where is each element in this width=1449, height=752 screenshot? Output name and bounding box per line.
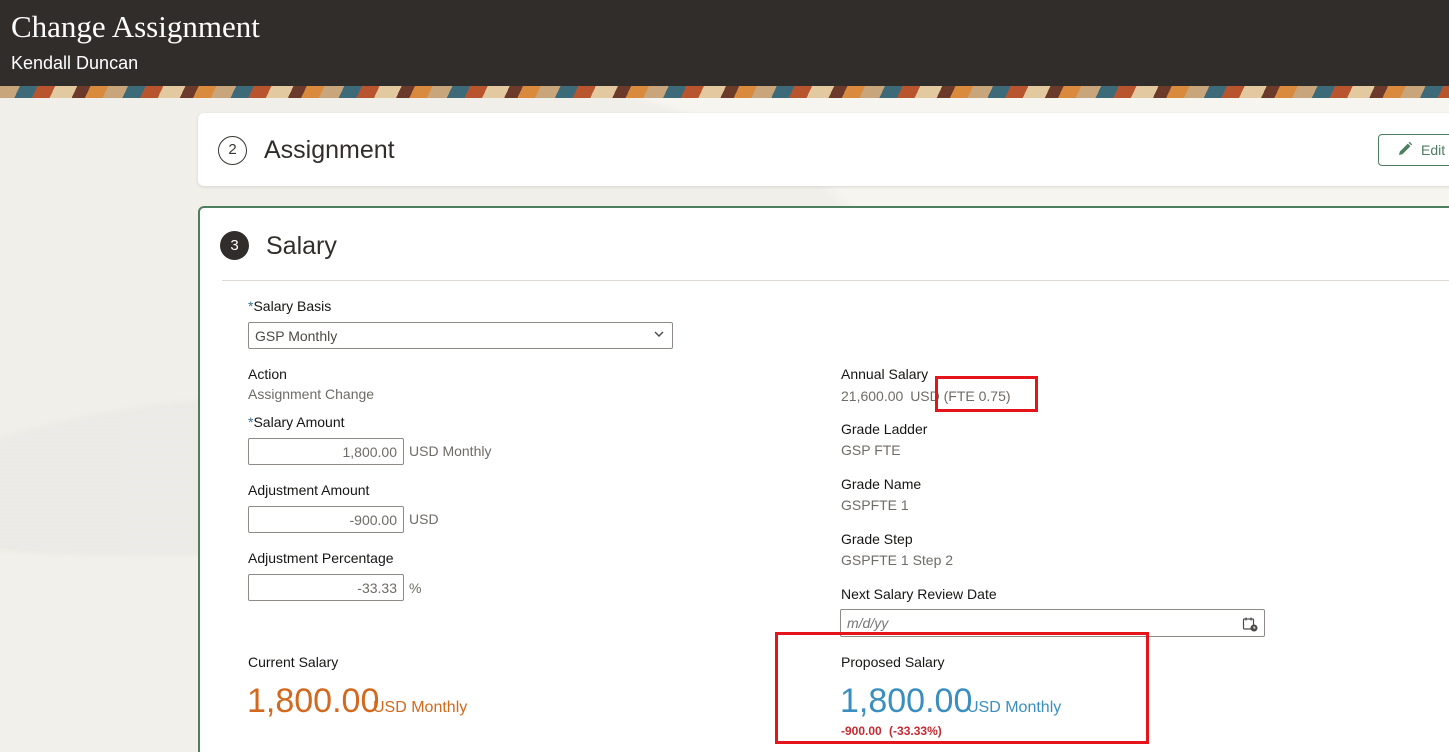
salary-amount-unit: USD Monthly [409,443,492,459]
annual-salary-label: Annual Salary [841,366,929,382]
calendar-icon[interactable] [1242,616,1258,637]
page-header: Change Assignment Kendall Duncan [0,0,1449,86]
page-title: Change Assignment [11,9,260,44]
salary-basis-value: GSP Monthly [255,328,338,344]
edit-button-label: Edit [1421,142,1446,158]
adjustment-amount-label: Adjustment Amount [248,482,370,498]
chevron-down-icon [653,327,665,343]
adjustment-percentage-unit: % [409,580,422,596]
fte-value: (FTE 0.75) [943,388,1011,404]
employee-name: Kendall Duncan [11,53,139,73]
adjustment-percentage-label: Adjustment Percentage [248,550,394,566]
proposed-salary-unit: USD Monthly [967,699,1062,716]
next-review-date-input[interactable] [841,610,1221,636]
adjustment-amount-unit: USD [409,511,439,527]
pencil-icon [1397,141,1413,160]
current-salary-unit: USD Monthly [373,699,468,716]
header-decorative-band [0,86,1449,98]
section-divider [222,280,1449,281]
action-value: Assignment Change [248,386,375,402]
next-review-date-field[interactable] [840,609,1265,637]
salary-section: 3 Salary *Salary Basis GSP Monthly Actio… [198,206,1449,752]
step-number-badge: 2 [218,136,247,165]
proposed-salary-label: Proposed Salary [841,654,945,670]
grade-name-label: Grade Name [841,476,922,492]
adjustment-percentage-input[interactable] [248,574,404,601]
grade-ladder-label: Grade Ladder [841,421,928,437]
salary-amount-input[interactable] [248,438,404,465]
current-salary-amount: 1,800.00 [247,682,380,720]
salary-basis-label: *Salary Basis [248,298,332,314]
current-salary-label: Current Salary [248,654,339,670]
annual-salary-value: 21,600.00 USD (FTE 0.75) [841,388,1011,404]
salary-amount-label: *Salary Amount [248,414,345,430]
proposed-salary-change: -900.00 (-33.33%) [841,724,942,738]
grade-step-label: Grade Step [841,531,913,547]
grade-step-value: GSPFTE 1 Step 2 [841,552,954,568]
action-label: Action [248,366,287,382]
adjustment-amount-input[interactable] [248,506,404,533]
section-title: Salary [266,232,337,260]
step-number-badge: 3 [220,231,249,260]
grade-name-value: GSPFTE 1 [841,497,909,513]
next-review-date-label: Next Salary Review Date [841,586,997,602]
grade-ladder-value: GSP FTE [841,442,901,458]
edit-assignment-button[interactable]: Edit [1378,134,1449,166]
section-title: Assignment [264,136,395,164]
assignment-section: 2 Assignment Edit [198,113,1449,186]
salary-basis-select[interactable]: GSP Monthly [248,322,673,349]
proposed-salary-amount: 1,800.00 [840,682,973,720]
